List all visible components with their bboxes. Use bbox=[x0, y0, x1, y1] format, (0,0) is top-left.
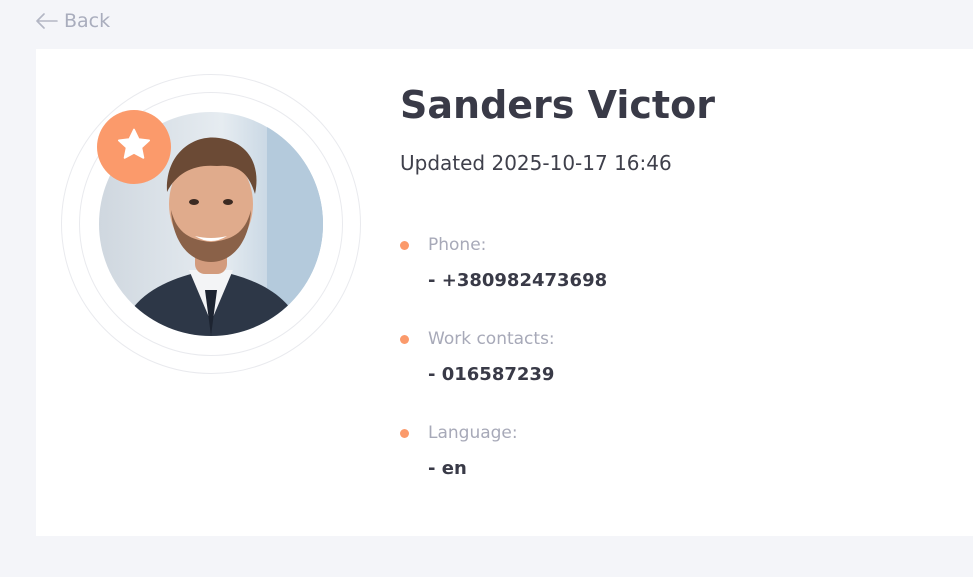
updated-timestamp: Updated 2025-10-17 16:46 bbox=[400, 151, 672, 175]
field-label: Language: bbox=[428, 423, 518, 443]
field-value: - 016587239 bbox=[428, 364, 555, 385]
field-label: Phone: bbox=[428, 235, 487, 255]
contact-details: Phone: - +380982473698 Work contacts: - … bbox=[400, 233, 920, 515]
field-label: Work contacts: bbox=[428, 329, 555, 349]
back-label: Back bbox=[64, 10, 111, 32]
contact-name: Sanders Victor bbox=[400, 83, 715, 127]
bullet-dot bbox=[400, 335, 409, 344]
back-button[interactable]: Back bbox=[36, 10, 110, 32]
contact-field-phone: Phone: - +380982473698 bbox=[400, 233, 920, 327]
favorite-badge[interactable] bbox=[97, 110, 171, 184]
avatar-container bbox=[61, 74, 361, 374]
contact-field-language: Language: - en bbox=[400, 421, 920, 515]
bullet-dot bbox=[400, 241, 409, 250]
profile-card: Sanders Victor Updated 2025-10-17 16:46 … bbox=[36, 49, 973, 536]
star-icon bbox=[115, 126, 153, 168]
field-value: - +380982473698 bbox=[428, 270, 608, 291]
bullet-dot bbox=[400, 429, 409, 438]
arrow-left-icon bbox=[36, 13, 58, 29]
field-value: - en bbox=[428, 458, 467, 479]
contact-field-work: Work contacts: - 016587239 bbox=[400, 327, 920, 421]
